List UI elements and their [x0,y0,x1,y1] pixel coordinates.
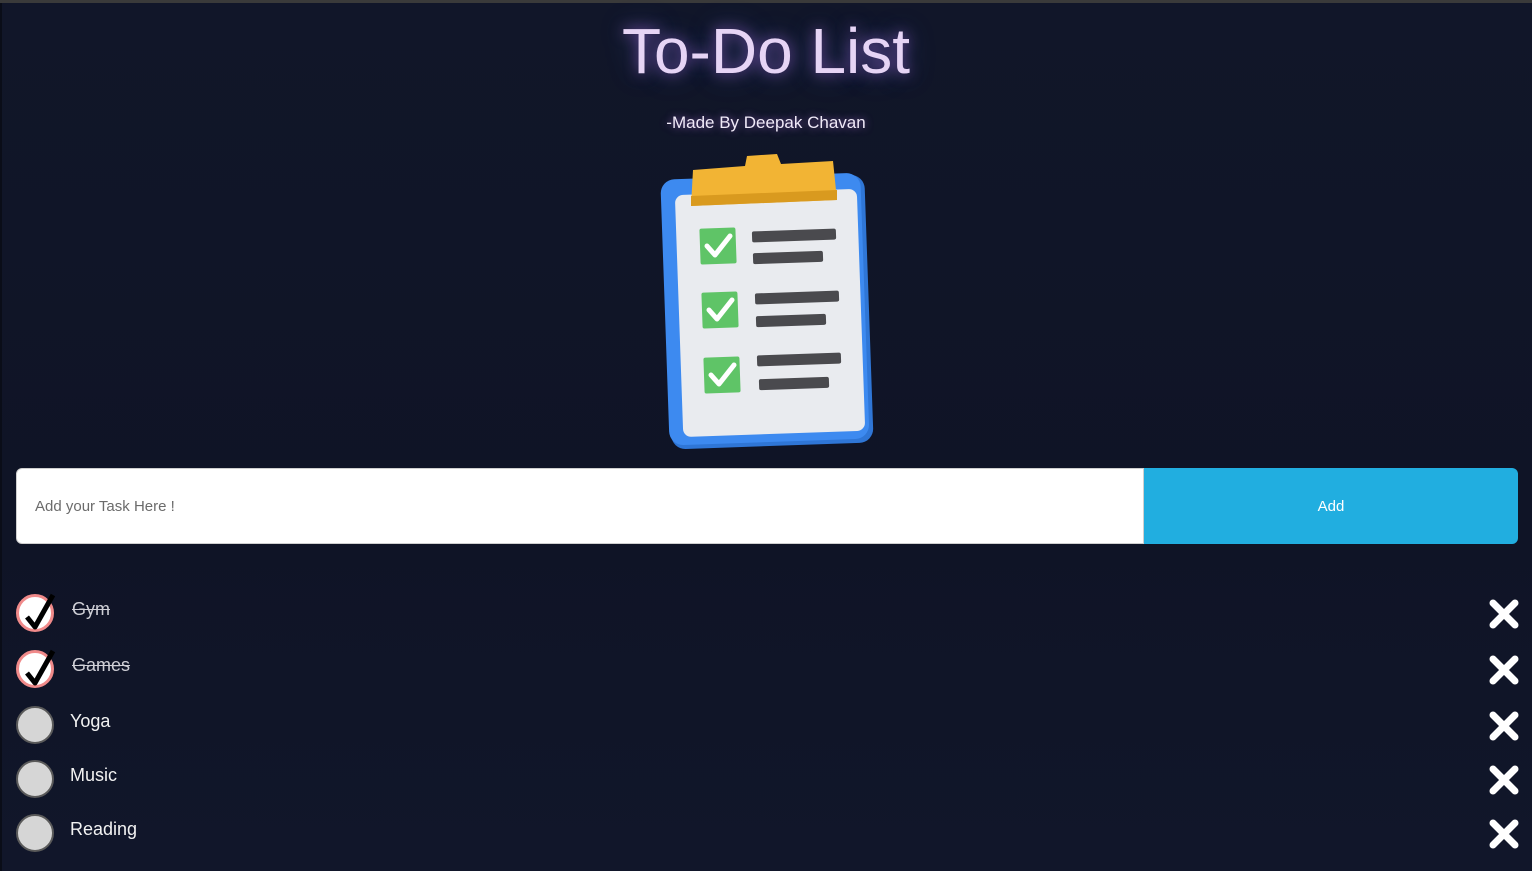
task-item[interactable]: Gym [16,590,1526,646]
page-title: To-Do List [621,15,911,87]
delete-task-icon[interactable] [1488,710,1520,742]
task-label: Games [72,655,131,675]
checkmark-icon [25,649,56,686]
checkmark-icon [25,593,56,630]
window-top-border [0,0,1532,3]
delete-task-icon[interactable] [1488,764,1520,796]
task-list: Gym Games Yoga Music Reading [16,590,1526,864]
task-input[interactable] [16,468,1144,544]
delete-task-icon[interactable] [1488,598,1520,630]
task-checkbox[interactable] [16,760,54,798]
task-item[interactable]: Yoga [16,702,1526,756]
task-checkbox[interactable] [16,706,54,744]
task-checkbox[interactable] [16,814,54,852]
add-button[interactable]: Add [1144,468,1518,544]
clipboard-checklist-icon [655,148,880,456]
task-checkbox[interactable] [16,593,56,632]
task-item[interactable]: Games [16,646,1526,702]
task-item[interactable]: Reading [16,810,1526,864]
task-checkbox[interactable] [16,649,56,688]
task-label: Gym [72,599,110,619]
task-label: Reading [70,819,138,839]
task-label: Music [70,765,118,785]
task-item[interactable]: Music [16,756,1526,810]
delete-task-icon[interactable] [1488,654,1520,686]
delete-task-icon[interactable] [1488,818,1520,850]
page-subtitle: -Made By Deepak Chavan [666,113,866,132]
task-label: Yoga [70,711,111,731]
